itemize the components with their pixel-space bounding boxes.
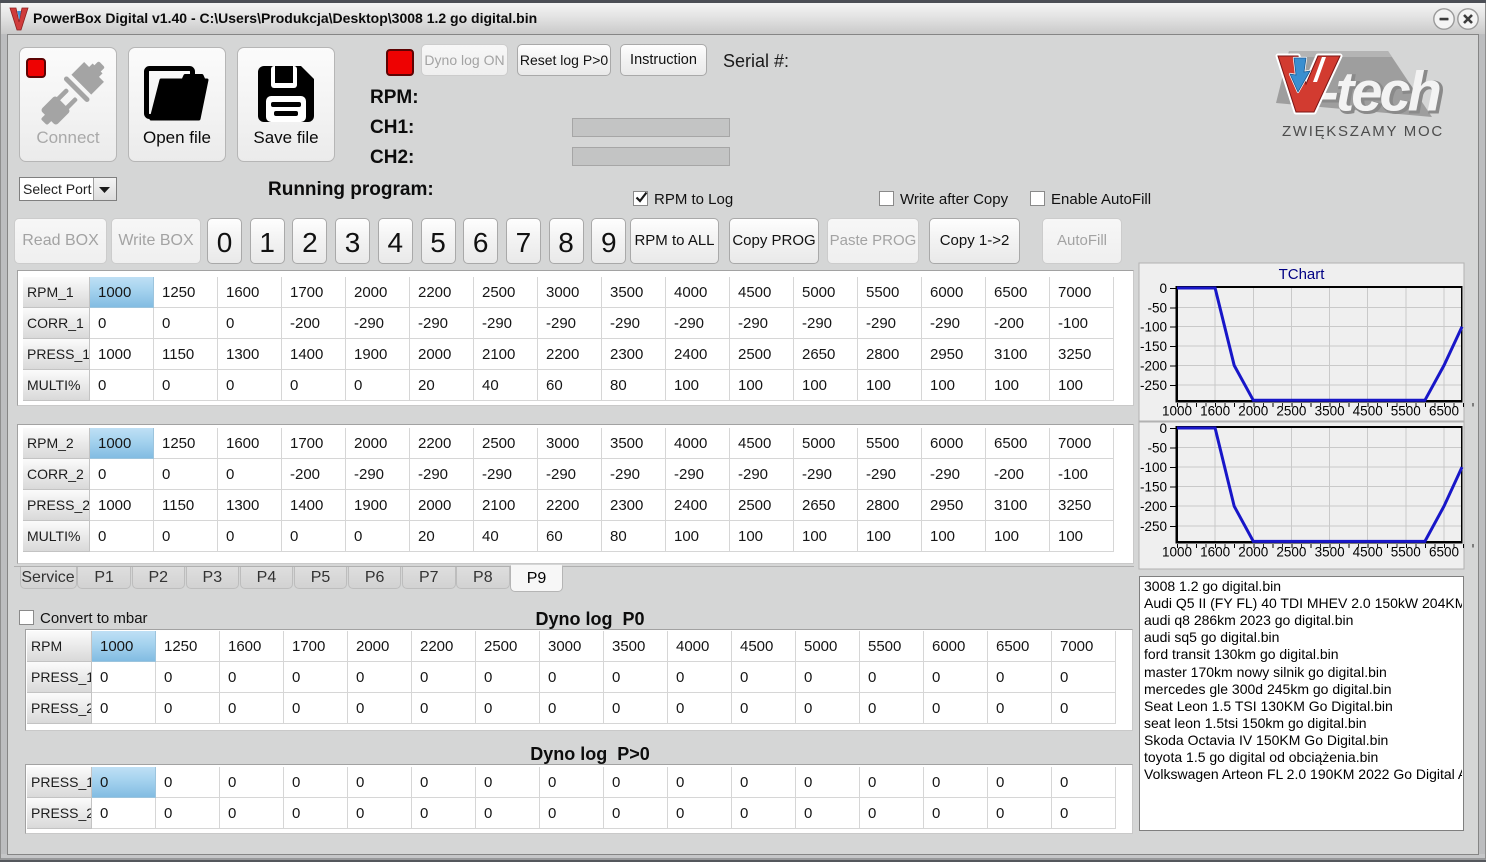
- svg-text:3500: 3500: [1315, 544, 1345, 559]
- svg-text:2500: 2500: [1276, 403, 1306, 418]
- svg-text:4500: 4500: [1353, 544, 1383, 559]
- svg-text:-100: -100: [1140, 460, 1167, 475]
- svg-text:-50: -50: [1147, 300, 1167, 315]
- svg-text:6500: 6500: [1429, 544, 1459, 559]
- svg-text:2000: 2000: [1238, 544, 1268, 559]
- svg-text:-200: -200: [1140, 499, 1167, 514]
- svg-text:6500: 6500: [1429, 403, 1459, 418]
- svg-text:0: 0: [1159, 281, 1167, 296]
- svg-text:1000: 1000: [1162, 403, 1192, 418]
- svg-text:1600: 1600: [1200, 544, 1230, 559]
- svg-text:-150: -150: [1140, 480, 1167, 495]
- svg-text:-100: -100: [1140, 320, 1167, 335]
- svg-text:5500: 5500: [1391, 544, 1421, 559]
- svg-text:3500: 3500: [1315, 403, 1345, 418]
- svg-text:-50: -50: [1147, 441, 1167, 456]
- svg-text:2000: 2000: [1238, 403, 1268, 418]
- svg-text:4500: 4500: [1353, 403, 1383, 418]
- svg-text:-250: -250: [1140, 519, 1167, 534]
- svg-text:5500: 5500: [1391, 403, 1421, 418]
- svg-text:-150: -150: [1140, 339, 1167, 354]
- svg-text:0: 0: [1159, 421, 1167, 436]
- svg-text:-250: -250: [1140, 378, 1167, 393]
- svg-text:2500: 2500: [1276, 544, 1306, 559]
- svg-text:1000: 1000: [1162, 544, 1192, 559]
- svg-text:1600: 1600: [1200, 403, 1230, 418]
- svg-text:-tech: -tech: [1320, 60, 1440, 123]
- svg-text:-200: -200: [1140, 358, 1167, 373]
- svg-text:TChart: TChart: [1279, 266, 1326, 283]
